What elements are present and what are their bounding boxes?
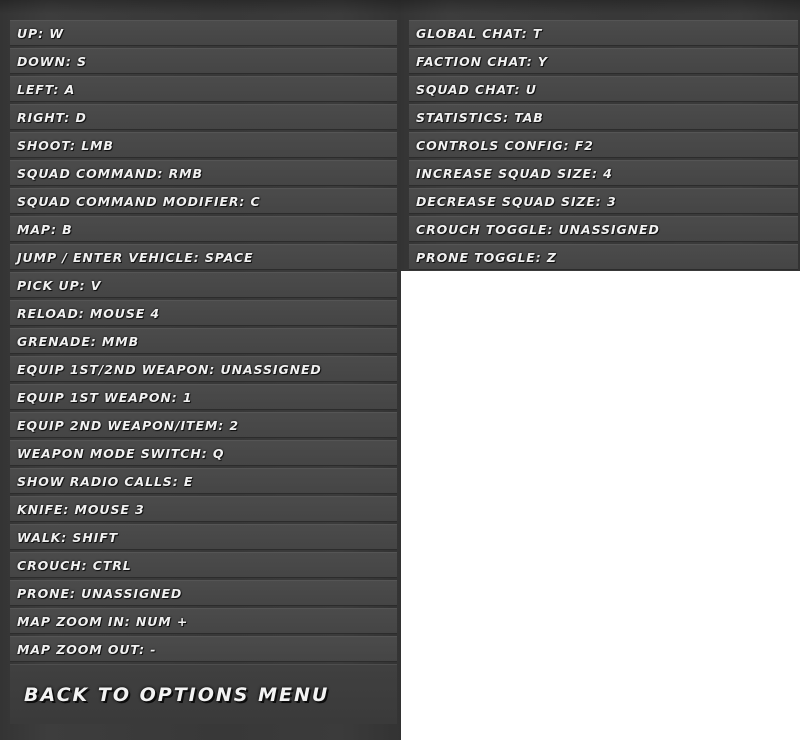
control-label: MAP: B bbox=[17, 221, 73, 237]
control-label: RIGHT: D bbox=[17, 109, 87, 125]
control-label: GLOBAL CHAT: T bbox=[416, 25, 543, 41]
control-label: CONTROLS CONFIG: F2 bbox=[416, 137, 594, 153]
control-label: MAP ZOOM OUT: - bbox=[17, 641, 157, 657]
control-row-map-zoom-out[interactable]: MAP ZOOM OUT: - bbox=[10, 636, 397, 662]
control-row-walk[interactable]: WALK: SHIFT bbox=[10, 524, 397, 550]
control-row-statistics[interactable]: STATISTICS: TAB bbox=[409, 104, 798, 130]
control-row-left[interactable]: LEFT: A bbox=[10, 76, 397, 102]
control-row-squad-chat[interactable]: SQUAD CHAT: U bbox=[409, 76, 798, 102]
control-label: SQUAD COMMAND MODIFIER: C bbox=[17, 193, 261, 209]
control-label: EQUIP 1ST/2ND WEAPON: UNASSIGNED bbox=[17, 361, 322, 377]
control-label: PRONE: UNASSIGNED bbox=[17, 585, 183, 601]
control-label: EQUIP 2ND WEAPON/ITEM: 2 bbox=[17, 417, 239, 433]
control-row-reload[interactable]: RELOAD: MOUSE 4 bbox=[10, 300, 397, 326]
control-label: MAP ZOOM IN: NUM + bbox=[17, 613, 189, 629]
control-label: PICK UP: V bbox=[17, 277, 102, 293]
control-row-global-chat[interactable]: GLOBAL CHAT: T bbox=[409, 20, 798, 46]
control-label: GRENADE: MMB bbox=[17, 333, 140, 349]
control-row-up[interactable]: UP: W bbox=[10, 20, 397, 46]
control-row-knife[interactable]: KNIFE: MOUSE 3 bbox=[10, 496, 397, 522]
control-row-squad-command[interactable]: SQUAD COMMAND: RMB bbox=[10, 160, 397, 186]
control-label: KNIFE: MOUSE 3 bbox=[17, 501, 145, 517]
control-row-grenade[interactable]: GRENADE: MMB bbox=[10, 328, 397, 354]
control-row-equip-2nd-weapon-item[interactable]: EQUIP 2ND WEAPON/ITEM: 2 bbox=[10, 412, 397, 438]
back-to-options-menu-button[interactable]: BACK TO OPTIONS MENU bbox=[10, 664, 397, 724]
control-row-down[interactable]: DOWN: S bbox=[10, 48, 397, 74]
control-row-decrease-squad-size[interactable]: DECREASE SQUAD SIZE: 3 bbox=[409, 188, 798, 214]
control-label: WEAPON MODE SWITCH: Q bbox=[17, 445, 225, 461]
controls-screen: UP: W DOWN: S LEFT: A RIGHT: D SHOOT: LM… bbox=[0, 0, 800, 740]
control-row-equip-1st-2nd-weapon[interactable]: EQUIP 1ST/2ND WEAPON: UNASSIGNED bbox=[10, 356, 397, 382]
controls-panel-right: GLOBAL CHAT: T FACTION CHAT: Y SQUAD CHA… bbox=[401, 0, 800, 271]
control-label: LEFT: A bbox=[17, 81, 76, 97]
control-label: CROUCH TOGGLE: UNASSIGNED bbox=[416, 221, 660, 237]
control-label: STATISTICS: TAB bbox=[416, 109, 544, 125]
control-label: SHOW RADIO CALLS: E bbox=[17, 473, 194, 489]
control-row-prone-toggle[interactable]: PRONE TOGGLE: Z bbox=[409, 244, 798, 270]
control-label: PRONE TOGGLE: Z bbox=[416, 249, 557, 265]
controls-panel-left: UP: W DOWN: S LEFT: A RIGHT: D SHOOT: LM… bbox=[0, 0, 401, 740]
control-row-map[interactable]: MAP: B bbox=[10, 216, 397, 242]
control-label: UP: W bbox=[17, 25, 64, 41]
control-row-increase-squad-size[interactable]: INCREASE SQUAD SIZE: 4 bbox=[409, 160, 798, 186]
control-row-weapon-mode-switch[interactable]: WEAPON MODE SWITCH: Q bbox=[10, 440, 397, 466]
control-row-jump-enter-vehicle[interactable]: JUMP / ENTER VEHICLE: SPACE bbox=[10, 244, 397, 270]
control-row-crouch-toggle[interactable]: CROUCH TOGGLE: UNASSIGNED bbox=[409, 216, 798, 242]
control-label: SQUAD CHAT: U bbox=[416, 81, 537, 97]
control-label: SHOOT: LMB bbox=[17, 137, 114, 153]
control-row-right[interactable]: RIGHT: D bbox=[10, 104, 397, 130]
control-label: WALK: SHIFT bbox=[17, 529, 119, 545]
control-label: RELOAD: MOUSE 4 bbox=[17, 305, 161, 321]
control-row-crouch[interactable]: CROUCH: CTRL bbox=[10, 552, 397, 578]
back-button-label: BACK TO OPTIONS MENU bbox=[24, 683, 330, 706]
control-row-squad-command-modifier[interactable]: SQUAD COMMAND MODIFIER: C bbox=[10, 188, 397, 214]
control-label: INCREASE SQUAD SIZE: 4 bbox=[416, 165, 613, 181]
control-label: CROUCH: CTRL bbox=[17, 557, 132, 573]
control-label: JUMP / ENTER VEHICLE: SPACE bbox=[17, 249, 254, 265]
control-label: DOWN: S bbox=[17, 53, 87, 69]
control-label: EQUIP 1ST WEAPON: 1 bbox=[17, 389, 193, 405]
control-label: DECREASE SQUAD SIZE: 3 bbox=[416, 193, 617, 209]
control-row-shoot[interactable]: SHOOT: LMB bbox=[10, 132, 397, 158]
control-row-faction-chat[interactable]: FACTION CHAT: Y bbox=[409, 48, 798, 74]
controls-list-left: UP: W DOWN: S LEFT: A RIGHT: D SHOOT: LM… bbox=[10, 20, 397, 662]
control-label: FACTION CHAT: Y bbox=[416, 53, 548, 69]
control-label: SQUAD COMMAND: RMB bbox=[17, 165, 203, 181]
control-row-map-zoom-in[interactable]: MAP ZOOM IN: NUM + bbox=[10, 608, 397, 634]
control-row-controls-config[interactable]: CONTROLS CONFIG: F2 bbox=[409, 132, 798, 158]
controls-list-right: GLOBAL CHAT: T FACTION CHAT: Y SQUAD CHA… bbox=[409, 20, 798, 270]
control-row-equip-1st-weapon[interactable]: EQUIP 1ST WEAPON: 1 bbox=[10, 384, 397, 410]
control-row-prone[interactable]: PRONE: UNASSIGNED bbox=[10, 580, 397, 606]
control-row-pick-up[interactable]: PICK UP: V bbox=[10, 272, 397, 298]
control-row-show-radio-calls[interactable]: SHOW RADIO CALLS: E bbox=[10, 468, 397, 494]
